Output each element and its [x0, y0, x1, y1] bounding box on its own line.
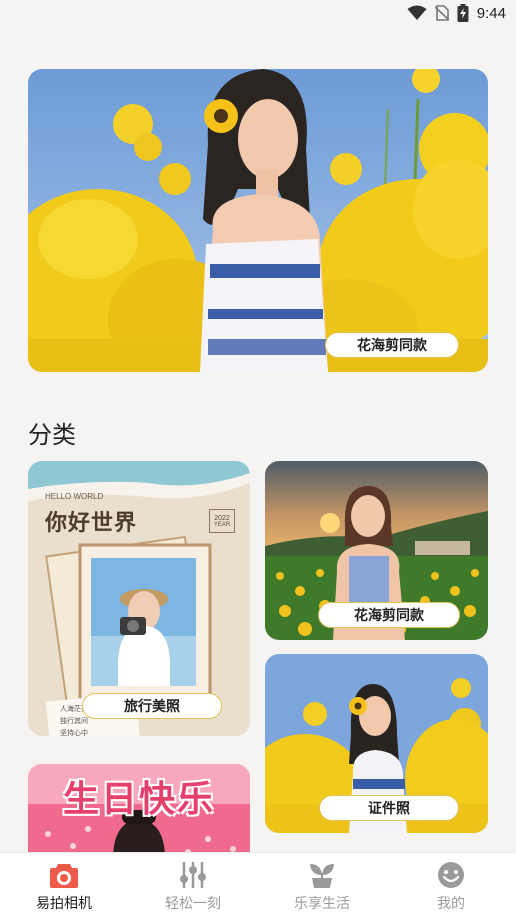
wifi-icon — [407, 5, 427, 20]
status-time: 9:44 — [476, 4, 506, 22]
travel-hello-text: HELLO WORLD — [45, 492, 104, 501]
category-card-id-photo[interactable]: 证件照 — [265, 654, 488, 833]
svg-text:独行其间: 独行其间 — [60, 716, 88, 725]
nav-label-life: 乐享生活 — [294, 896, 350, 912]
category-card-birthday[interactable]: 生日快乐 — [28, 764, 250, 859]
flower-sea-label: 花海剪同款 — [318, 602, 460, 628]
travel-heading: 你好世界 — [45, 510, 138, 536]
id-photo-label: 证件照 — [319, 795, 459, 821]
section-title: 分类 — [28, 421, 76, 449]
category-card-travel[interactable]: 人海茫茫 独行其间 坚持心中 HELLO WORLD 你好世界 2022 YEA… — [28, 461, 250, 736]
no-sim-icon — [434, 5, 449, 21]
status-icons: 9:44 — [407, 4, 506, 22]
travel-year: 2022 — [214, 514, 230, 522]
sprout-icon — [310, 864, 334, 888]
travel-label: 旅行美照 — [82, 693, 222, 719]
sliders-icon — [180, 861, 206, 889]
nav-label-camera: 易拍相机 — [36, 896, 92, 912]
nav-label-relax: 轻松一刻 — [165, 896, 221, 912]
nav-item-mine[interactable]: 我的 — [401, 861, 501, 913]
category-card-flower-sea[interactable]: 花海剪同款 — [265, 461, 488, 640]
hero-photo — [28, 69, 488, 372]
svg-text:坚持心中: 坚持心中 — [60, 728, 88, 736]
bottom-navigation: 易拍相机 轻松一刻 乐享生活 我的 — [0, 852, 516, 919]
camera-icon — [50, 864, 78, 888]
smiley-icon — [438, 862, 464, 888]
travel-year-badge: 2022 YEAR — [209, 509, 235, 533]
status-bar: 9:44 — [0, 0, 516, 30]
birthday-heading: 生日快乐 — [62, 779, 215, 820]
nav-item-relax[interactable]: 轻松一刻 — [143, 861, 243, 913]
nav-item-camera[interactable]: 易拍相机 — [14, 861, 114, 913]
hero-label: 花海剪同款 — [325, 332, 459, 358]
nav-label-mine: 我的 — [437, 896, 465, 912]
nav-item-life[interactable]: 乐享生活 — [272, 861, 372, 913]
travel-year-word: YEAR — [213, 521, 231, 528]
hero-banner[interactable]: 花海剪同款 — [28, 69, 488, 372]
battery-charging-icon — [457, 4, 469, 22]
